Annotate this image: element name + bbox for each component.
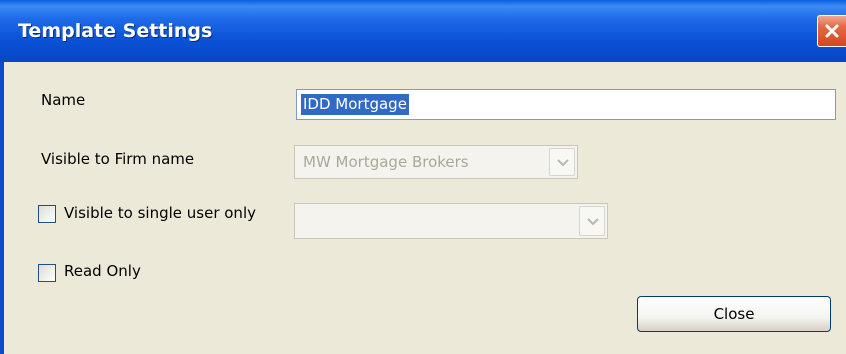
window-title: Template Settings	[18, 20, 213, 42]
chevron-down-icon	[557, 159, 569, 167]
single-user-select[interactable]	[294, 203, 608, 239]
chevron-down-icon	[587, 218, 599, 226]
close-button[interactable]: Close	[637, 296, 831, 332]
name-input[interactable]: IDD Mortgage	[296, 89, 836, 120]
name-label: Name	[41, 91, 86, 109]
single-user-label[interactable]: Visible to single user only	[64, 204, 256, 222]
read-only-label[interactable]: Read Only	[64, 262, 141, 280]
window-close-button[interactable]	[817, 15, 846, 47]
single-user-dropdown-button[interactable]	[579, 206, 605, 236]
template-settings-dialog: Template Settings Name IDD Mortgage Visi…	[0, 0, 846, 354]
window-border	[0, 62, 4, 354]
title-bar[interactable]: Template Settings	[0, 0, 846, 62]
read-only-checkbox[interactable]	[38, 264, 56, 282]
single-user-checkbox[interactable]	[38, 205, 56, 223]
firm-select[interactable]: MW Mortgage Brokers	[294, 145, 578, 179]
name-input-value: IDD Mortgage	[301, 94, 409, 115]
firm-dropdown-button[interactable]	[549, 148, 575, 176]
firm-select-value: MW Mortgage Brokers	[303, 153, 469, 171]
close-icon	[825, 24, 839, 38]
firm-label: Visible to Firm name	[41, 150, 195, 168]
